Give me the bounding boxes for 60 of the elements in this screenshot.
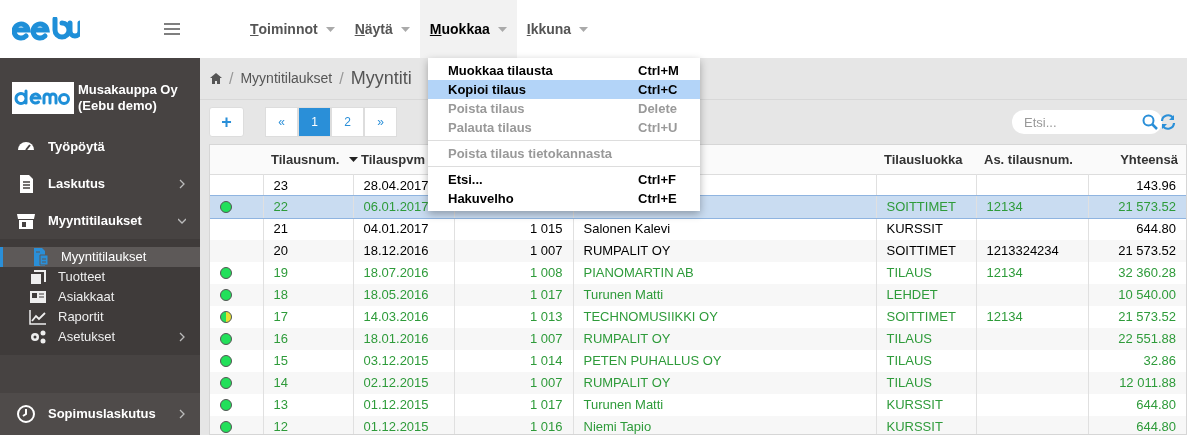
table-cell: 21 573.52: [1088, 196, 1186, 218]
line-chart-icon: [28, 307, 48, 327]
page-title: Myyntiti: [350, 67, 412, 90]
table-row[interactable]: 21 04.01.2017 1 015 Salonen Kalevi KURSSIT 644.80: [210, 218, 1186, 240]
clock-icon: [16, 404, 36, 424]
sidebar-subitem[interactable]: Asiakkaat: [0, 287, 200, 307]
menu-button[interactable]: Toiminnot: [240, 0, 345, 58]
table-cell: 12134: [976, 196, 1088, 218]
table-cell: 644.80: [1088, 416, 1186, 434]
caret-icon: [497, 26, 507, 32]
table-cell: 22: [263, 196, 353, 218]
sidebar-item[interactable]: Sopimuslaskutus: [0, 393, 200, 435]
sidebar-item[interactable]: Laskutus: [0, 165, 200, 202]
menu-item[interactable]: Kopioi tilaus Ctrl+C: [428, 80, 700, 99]
table-row[interactable]: 19 18.07.2016 1 008 PIANOMARTIN AB TILAUS 12134 32 360.28: [210, 262, 1186, 284]
table-cell: 01.12.2015: [353, 416, 454, 434]
home-icon[interactable]: [210, 73, 222, 84]
table-cell: 1 016: [454, 416, 573, 434]
menu-button[interactable]: Muokkaa: [419, 0, 517, 58]
menu-item[interactable]: Muokkaa tilausta Ctrl+M: [428, 61, 700, 80]
column-header[interactable]: Tilauspvm: [361, 149, 426, 169]
breadcrumb-link[interactable]: Myyntitilaukset: [240, 68, 333, 89]
refresh-icon[interactable]: [1160, 114, 1176, 130]
page-button[interactable]: »: [364, 107, 397, 137]
sidebar-subitem[interactable]: Tuotteet: [0, 267, 200, 287]
table-cell: SOITTIMET: [876, 196, 976, 218]
column-header[interactable]: As. tilausnum.: [984, 149, 1073, 169]
table-row[interactable]: 20 18.12.2016 1 007 RUMPALIT OY SOITTIMET 1213324234 21 573.52: [210, 240, 1186, 262]
table-cell: KURSSIT: [876, 416, 976, 434]
sidebar-subitem[interactable]: Raportit: [0, 307, 200, 327]
company-name: Musakauppa Oy: [78, 82, 178, 98]
caret-icon: [400, 26, 410, 32]
menu-icon[interactable]: [164, 23, 180, 35]
sidebar-item[interactable]: Myyntitilaukset: [0, 202, 200, 239]
table-cell: 12: [263, 416, 353, 434]
search-field[interactable]: Etsi...: [1012, 110, 1162, 134]
page-button[interactable]: «: [265, 107, 298, 137]
breadcrumb-separator: /: [339, 68, 344, 89]
box-icon: [28, 267, 48, 287]
document-icon: [31, 247, 51, 267]
column-header[interactable]: Tilausluokka: [884, 149, 963, 169]
sidebar-item[interactable]: Työpöytä: [0, 128, 200, 165]
table-row[interactable]: 17 14.03.2016 1 013 TECHNOMUSIIKKI OY SOITTIMET 12134 21 573.52: [210, 306, 1186, 328]
table-row[interactable]: 13 01.12.2015 1 017 Turunen Matti KURSSIT 644.80: [210, 394, 1186, 416]
eebu-logo: [12, 17, 80, 41]
page-button[interactable]: 2: [331, 107, 364, 137]
sort-icon: [349, 156, 359, 162]
company-logo: [12, 82, 74, 114]
table-cell: Niemi Tapio: [573, 416, 876, 434]
column-header[interactable]: Tilausnum.: [271, 149, 359, 169]
company-subtitle: (Eebu demo): [78, 98, 158, 114]
caret-icon: [325, 26, 335, 32]
breadcrumb-separator: /: [229, 68, 234, 89]
caret-icon: [579, 26, 589, 32]
menu-button[interactable]: Ikkuna: [516, 0, 599, 58]
menu-button[interactable]: Näytä: [344, 0, 420, 58]
table-row[interactable]: 15 03.12.2015 1 014 PETEN PUHALLUS OY TILAUS 32.86: [210, 350, 1186, 372]
sidebar-subitem[interactable]: Asetukset: [0, 327, 200, 347]
column-header[interactable]: Yhteensä: [1120, 149, 1178, 169]
sidebar-subitem[interactable]: Myyntitilaukset: [0, 247, 200, 267]
